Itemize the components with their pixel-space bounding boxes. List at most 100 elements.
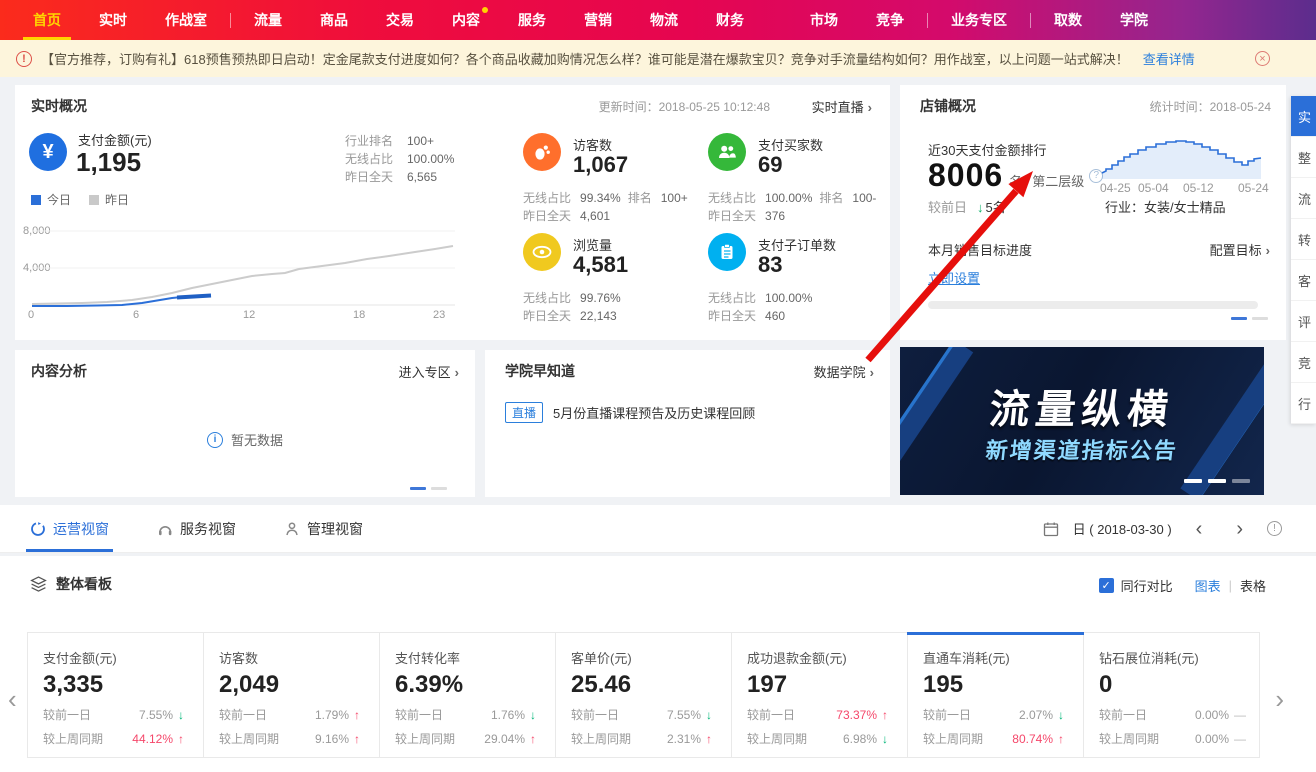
arrow-up-icon: ↑ <box>354 732 365 746</box>
side-nav-item[interactable]: 行 <box>1291 383 1316 424</box>
kpi-card-ztc-spend[interactable]: 直通车消耗(元) 195 较前一日2.07%↓ 较上周同期80.74%↑ <box>908 633 1084 757</box>
metric-value: 4,581 <box>573 252 628 278</box>
side-nav-item[interactable]: 流 <box>1291 178 1316 219</box>
metric-row: 无线占比100.00%排名100- <box>708 189 876 206</box>
enter-zone-link[interactable]: 进入专区› <box>399 362 459 381</box>
chevron-right-icon: › <box>868 100 872 115</box>
data-academy-link[interactable]: 数据学院› <box>814 362 874 381</box>
tab-management-view[interactable]: 管理视窗 <box>284 505 363 552</box>
pagination-dot[interactable] <box>1252 317 1268 320</box>
announcement-bar: ! 【官方推荐，订购有礼】618预售预热即日启动！定金尾款支付进度如何？各个商品… <box>0 40 1316 77</box>
banner-title: 流量纵横 <box>900 377 1264 435</box>
nav-item-service[interactable]: 服务 <box>518 0 546 40</box>
stat-time: 统计时间：2018-05-24 <box>1150 98 1271 115</box>
nav-item-logistics[interactable]: 物流 <box>650 0 678 40</box>
update-time: 更新时间：2018-05-25 10:12:48 <box>599 98 770 115</box>
arrow-up-icon: ↑ <box>1058 732 1069 746</box>
configure-goal-link[interactable]: 配置目标› <box>1210 240 1270 259</box>
kpi-card-visitors[interactable]: 访客数 2,049 较前一日1.79%↑ 较上周同期9.16%↑ <box>204 633 380 757</box>
chevron-right-icon: › <box>870 365 874 380</box>
kpi-cards-row: 支付金额(元) 3,335 较前一日7.55%↓ 较上周同期44.12%↑ 访客… <box>27 632 1260 758</box>
kpi-card-conversion[interactable]: 支付转化率 6.39% 较前一日1.76%↓ 较上周同期29.04%↑ <box>380 633 556 757</box>
view-tab-bar: 运营视窗 服务视窗 管理视窗 日 ( 2018-03-30 ) ‹ › ! <box>0 505 1316 553</box>
x-tick: 18 <box>353 309 365 321</box>
info-icon[interactable]: ! <box>1267 521 1282 536</box>
metric-value: 83 <box>758 252 782 278</box>
pagination-dot-active[interactable] <box>1231 317 1247 320</box>
metric-row: 昨日全天460 <box>708 307 785 324</box>
nav-item-home[interactable]: 首页 <box>33 0 61 40</box>
kpi-card-avg-price[interactable]: 客单价(元) 25.46 较前一日7.55%↓ 较上周同期2.31%↑ <box>556 633 732 757</box>
banner-dot[interactable] <box>1208 479 1226 483</box>
kpi-card-diamond-spend[interactable]: 钻石展位消耗(元) 0 较前一日0.00%— 较上周同期0.00%— <box>1084 633 1259 757</box>
side-nav-item[interactable]: 评 <box>1291 301 1316 342</box>
date-prev-button[interactable]: ‹ <box>1186 519 1213 539</box>
banner-pagination[interactable] <box>1184 479 1250 483</box>
content-analysis-panel: 内容分析 进入专区› i 暂无数据 <box>15 350 475 497</box>
nav-item-goods[interactable]: 商品 <box>320 0 348 40</box>
peer-compare-label[interactable]: 同行对比 <box>1121 576 1173 595</box>
realtime-live-link[interactable]: 实时直播› <box>812 97 872 116</box>
arrow-down-icon: ↓ <box>1058 708 1069 722</box>
nav-item-competition[interactable]: 竞争 <box>876 0 904 40</box>
sycm-dashboard: 首页 实时 作战室 流量 商品 交易 内容 服务 营销 物流 财务 市场 竞争 … <box>0 0 1316 772</box>
banner-dot[interactable] <box>1232 479 1250 483</box>
pageviews-icon <box>523 233 561 271</box>
tab-service-view[interactable]: 服务视窗 <box>157 505 236 552</box>
arrow-up-icon: ↑ <box>178 732 189 746</box>
banner-dot-active[interactable] <box>1184 479 1202 483</box>
course-title[interactable]: 5月份直播课程预告及历史课程回顾 <box>553 403 755 422</box>
nav-item-war-room[interactable]: 作战室 <box>165 0 207 40</box>
nav-item-business-zone[interactable]: 业务专区 <box>951 0 1007 40</box>
chart-view-toggle[interactable]: 图表 <box>1195 576 1221 595</box>
cards-scroll-right-button[interactable]: › <box>1275 684 1284 715</box>
warning-icon: ! <box>16 51 32 67</box>
date-selector[interactable]: 日 ( 2018-03-30 ) <box>1073 519 1172 538</box>
nav-item-content[interactable]: 内容 <box>452 0 480 40</box>
nav-item-finance[interactable]: 财务 <box>716 0 744 40</box>
nav-item-data-fetch[interactable]: 取数 <box>1054 0 1082 40</box>
nav-item-realtime[interactable]: 实时 <box>99 0 127 40</box>
nav-item-market[interactable]: 市场 <box>810 0 838 40</box>
side-nav-item[interactable]: 实 <box>1291 96 1316 137</box>
date-next-button[interactable]: › <box>1226 519 1253 539</box>
panel-pagination[interactable] <box>1231 317 1268 320</box>
metric-row: 昨日全天22,143 <box>523 307 617 324</box>
peer-compare-checkbox[interactable]: ✓ <box>1099 578 1114 593</box>
side-nav-item[interactable]: 整 <box>1291 137 1316 178</box>
nav-item-academy[interactable]: 学院 <box>1120 0 1148 40</box>
arrow-up-icon: ↑ <box>882 708 893 722</box>
side-nav-item[interactable]: 转 <box>1291 219 1316 260</box>
x-tick: 12 <box>243 309 255 321</box>
visitors-icon <box>523 133 561 171</box>
kpi-card-payment[interactable]: 支付金额(元) 3,335 较前一日7.55%↓ 较上周同期44.12%↑ <box>28 633 204 757</box>
panel-title: 学院早知道 <box>505 361 575 381</box>
table-view-toggle[interactable]: 表格 <box>1240 576 1266 595</box>
metric-row: 无线占比99.34%排名100+ <box>523 189 688 206</box>
panel-pagination[interactable] <box>410 487 447 490</box>
metric-row: 无线占比99.76% <box>523 289 621 306</box>
chevron-right-icon: › <box>1266 243 1270 258</box>
view-details-link[interactable]: 查看详情 <box>1143 49 1195 68</box>
calendar-icon[interactable] <box>1043 521 1059 537</box>
rank-delta: 较前日↓5名 <box>928 197 1006 216</box>
side-nav-item[interactable]: 客 <box>1291 260 1316 301</box>
board-title: 整体看板 <box>56 574 112 594</box>
cards-scroll-left-button[interactable]: ‹ <box>8 684 17 715</box>
pagination-dot-active[interactable] <box>410 487 426 490</box>
kpi-card-refund[interactable]: 成功退款金额(元) 197 较前一日73.37%↑ 较上周同期6.98%↓ <box>732 633 908 757</box>
close-icon[interactable]: × <box>1255 51 1270 66</box>
promo-banner[interactable]: 流量纵横 新增渠道指标公告 <box>900 347 1264 495</box>
nav-item-marketing[interactable]: 营销 <box>584 0 612 40</box>
trend-x-tick: 05-12 <box>1183 181 1214 195</box>
x-tick: 0 <box>28 309 34 321</box>
goal-progress-bar <box>928 301 1258 309</box>
nav-item-trade[interactable]: 交易 <box>386 0 414 40</box>
nav-item-traffic[interactable]: 流量 <box>254 0 282 40</box>
course-item[interactable]: 直播 5月份直播课程预告及历史课程回顾 <box>505 402 755 423</box>
pagination-dot[interactable] <box>431 487 447 490</box>
legend-yesterday-swatch <box>89 195 99 205</box>
side-nav-item[interactable]: 竞 <box>1291 342 1316 383</box>
tab-operations-view[interactable]: 运营视窗 <box>30 505 109 552</box>
setup-now-link[interactable]: 立即设置 <box>928 268 980 287</box>
